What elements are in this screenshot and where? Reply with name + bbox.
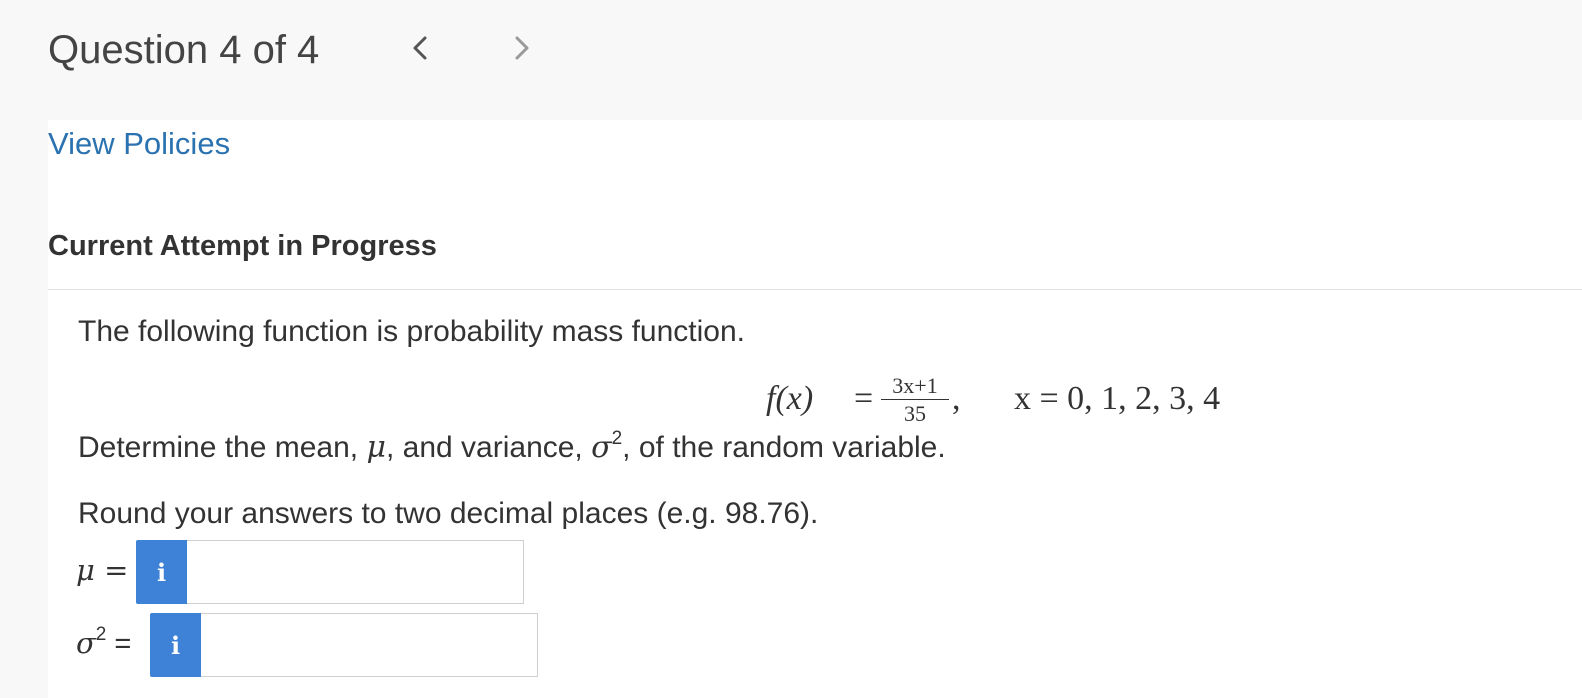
info-icon: i xyxy=(170,630,181,660)
formula-lhs: f(x) xyxy=(766,380,814,417)
rounding-instruction: Round your answers to two decimal places… xyxy=(78,497,819,530)
formula-domain: x = 0, 1, 2, 3, 4 xyxy=(1014,380,1221,417)
mu-symbol: μ xyxy=(366,430,386,465)
question-intro: The following function is probability ma… xyxy=(78,315,746,348)
fraction-denominator: 35 xyxy=(904,401,926,426)
formula-comma: , xyxy=(952,380,961,417)
formula-fraction: 3x+1 35 xyxy=(881,374,949,426)
previous-question-button[interactable] xyxy=(400,28,440,68)
question-title: Question 4 of 4 xyxy=(48,28,320,72)
question-instruction: Determine the mean, μ, and variance, σ2,… xyxy=(78,428,946,468)
instruction-text-3: , of the random variable. xyxy=(622,431,946,464)
view-policies-link[interactable]: View Policies xyxy=(48,124,230,164)
mean-input[interactable] xyxy=(187,540,524,604)
fraction-numerator: 3x+1 xyxy=(881,374,949,400)
mean-info-button[interactable]: i xyxy=(136,540,187,604)
mean-label: μ = xyxy=(76,553,129,587)
attempt-heading: Current Attempt in Progress xyxy=(48,230,437,262)
chevron-left-icon xyxy=(413,36,427,60)
sigma-exponent: 2 xyxy=(611,428,623,449)
instruction-text-1: Determine the mean, xyxy=(78,431,367,464)
chevron-right-icon xyxy=(515,36,529,60)
formula-equals: = xyxy=(854,380,874,417)
variance-label-exponent: 2 xyxy=(95,624,107,646)
variance-label-equals: = xyxy=(106,628,132,660)
next-question-button[interactable] xyxy=(502,28,542,68)
sigma-symbol: σ xyxy=(591,430,612,465)
question-content: View Policies Current Attempt in Progres… xyxy=(48,120,1582,698)
variance-label-sigma: σ xyxy=(76,626,96,660)
question-header: Question 4 of 4 xyxy=(0,0,1582,120)
divider xyxy=(48,289,1582,290)
variance-input[interactable] xyxy=(201,613,538,677)
info-icon: i xyxy=(156,557,167,587)
variance-info-button[interactable]: i xyxy=(150,613,201,677)
variance-label: σ2 = xyxy=(76,623,131,664)
instruction-text-2: , and variance, xyxy=(385,431,592,464)
